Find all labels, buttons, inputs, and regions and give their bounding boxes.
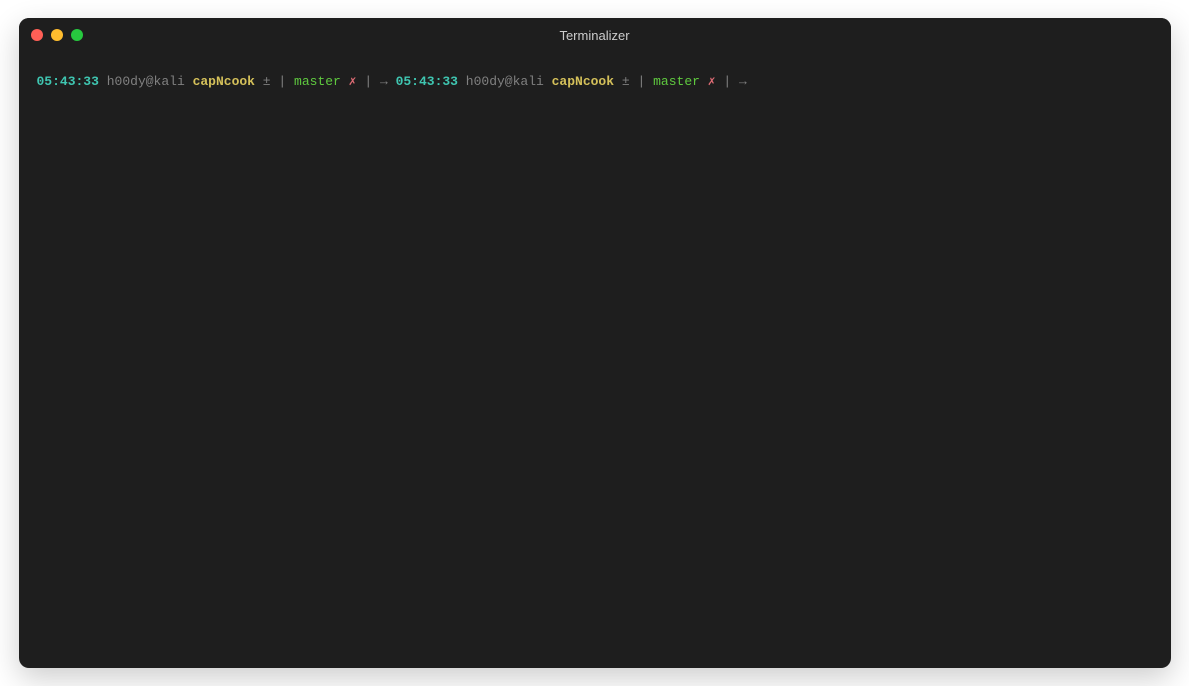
separator: |: [278, 74, 286, 89]
prompt-line: 05:43:33 h00dy@kali capNcook ± | master …: [37, 72, 1153, 92]
terminal-body[interactable]: 05:43:33 h00dy@kali capNcook ± | master …: [19, 52, 1171, 668]
prompt-directory: capNcook: [552, 74, 614, 89]
prompt-directory: capNcook: [193, 74, 255, 89]
prompt-user-host: h00dy@kali: [466, 74, 544, 89]
prompt-arrow-icon: →: [380, 74, 388, 89]
traffic-lights: [31, 29, 83, 41]
git-branch: master: [294, 74, 341, 89]
prompt-user-host: h00dy@kali: [107, 74, 185, 89]
titlebar: Terminalizer: [19, 18, 1171, 52]
separator: |: [364, 74, 372, 89]
prompt-time: 05:43:33: [396, 74, 458, 89]
maximize-button[interactable]: [71, 29, 83, 41]
git-marker: ±: [263, 74, 271, 89]
minimize-button[interactable]: [51, 29, 63, 41]
separator: |: [637, 74, 645, 89]
git-dirty-icon: ✗: [349, 74, 357, 89]
terminal-window: Terminalizer 05:43:33 h00dy@kali capNcoo…: [19, 18, 1171, 668]
git-marker: ±: [622, 74, 630, 89]
git-branch: master: [653, 74, 700, 89]
git-dirty-icon: ✗: [708, 74, 716, 89]
window-title: Terminalizer: [19, 28, 1171, 43]
prompt-time: 05:43:33: [37, 74, 99, 89]
prompt-arrow-icon: →: [739, 74, 747, 89]
close-button[interactable]: [31, 29, 43, 41]
separator: |: [723, 74, 731, 89]
